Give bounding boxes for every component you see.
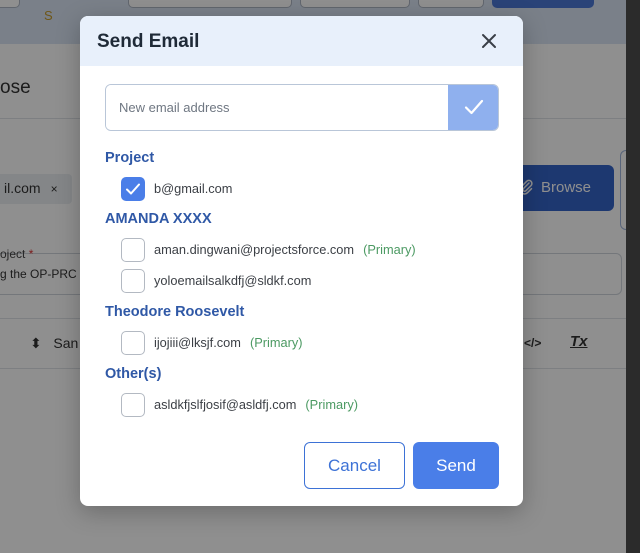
check-icon xyxy=(464,99,484,115)
add-email-button[interactable] xyxy=(448,85,498,130)
close-icon xyxy=(482,34,496,48)
window-edge xyxy=(626,0,640,553)
close-button[interactable] xyxy=(478,30,500,52)
contact-checkbox[interactable] xyxy=(121,393,145,417)
new-email-input[interactable] xyxy=(106,85,448,130)
contact-checkbox[interactable] xyxy=(121,331,145,355)
contact-email: asldkfjslfjosif@asldfj.com (Primary) xyxy=(154,397,358,412)
contact-checkbox[interactable] xyxy=(121,238,145,262)
send-email-modal: Send Email Project b@gmail.com AMANDA XX… xyxy=(80,16,523,506)
contact-email-text: yoloemailsalkdfj@sldkf.com xyxy=(154,273,312,288)
contact-email-text: asldkfjslfjosif@asldfj.com xyxy=(154,397,297,412)
contact-email: aman.dingwani@projectsforce.com (Primary) xyxy=(154,242,416,257)
primary-tag: (Primary) xyxy=(305,397,359,412)
check-icon xyxy=(126,183,140,195)
primary-tag: (Primary) xyxy=(249,335,303,350)
contact-email: ijojiii@lksjf.com (Primary) xyxy=(154,335,303,350)
modal-title: Send Email xyxy=(97,31,200,52)
primary-tag: (Primary) xyxy=(363,242,416,257)
contact-email-text: ijojiii@lksjf.com xyxy=(154,335,241,350)
group-label-project: Project xyxy=(105,150,155,166)
contact-email-text: b@gmail.com xyxy=(154,181,233,196)
cancel-button[interactable]: Cancel xyxy=(304,442,405,489)
contact-checkbox[interactable] xyxy=(121,177,145,201)
send-button[interactable]: Send xyxy=(413,442,499,489)
contact-checkbox[interactable] xyxy=(121,269,145,293)
modal-header: Send Email xyxy=(80,16,523,66)
group-label-theodore: Theodore Roosevelt xyxy=(105,304,245,320)
contact-email: b@gmail.com xyxy=(154,181,232,196)
group-label-amanda: AMANDA XXXX xyxy=(105,211,212,227)
contact-email-text: aman.dingwani@projectsforce.com xyxy=(154,242,355,257)
group-label-others: Other(s) xyxy=(105,366,162,382)
email-input-group xyxy=(105,84,499,131)
contact-email: yoloemailsalkdfj@sldkf.com xyxy=(154,273,311,288)
